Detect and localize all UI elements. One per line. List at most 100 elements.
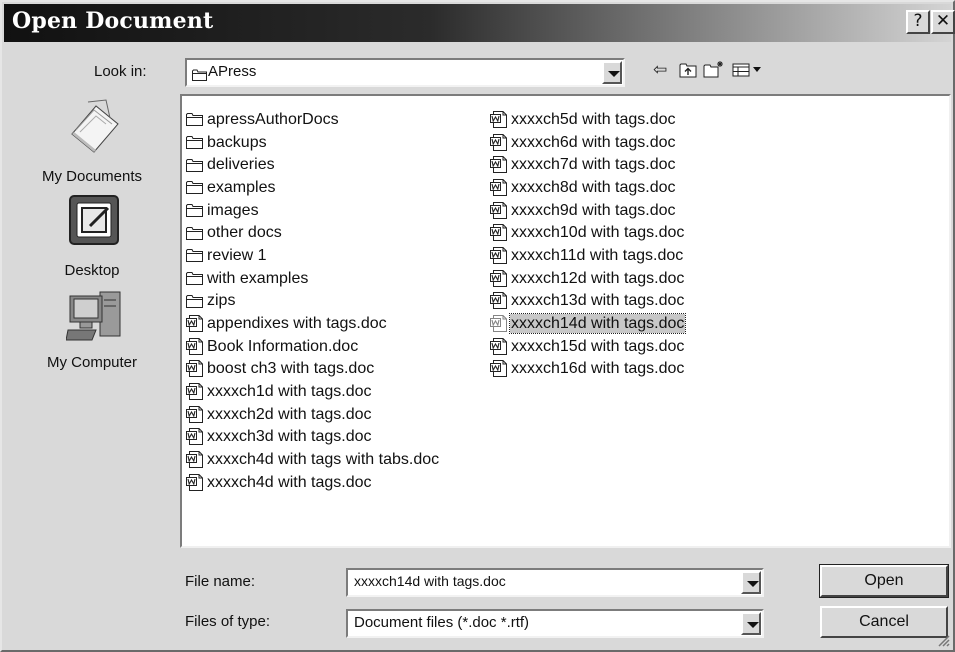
folder-icon (184, 226, 206, 240)
cancel-button[interactable]: Cancel (820, 606, 948, 638)
file-name: xxxxch1d with tags.doc (207, 383, 372, 401)
close-button[interactable]: ✕ (931, 10, 955, 34)
folder-icon (184, 112, 206, 127)
list-item[interactable]: xxxxch14d with tags.doc (488, 312, 687, 335)
list-item[interactable]: xxxxch3d with tags.doc (184, 426, 440, 449)
folder-icon (184, 271, 206, 286)
file-name: xxxxch11d with tags.doc (511, 246, 684, 264)
file-name: boost ch3 with tags.doc (207, 360, 375, 378)
list-item[interactable]: xxxxch2d with tags.doc (184, 403, 440, 426)
file-name: images (207, 201, 259, 219)
folder-icon (184, 158, 206, 172)
help-button[interactable]: ? (906, 10, 930, 34)
list-item[interactable]: appendixes with tags.doc (184, 312, 440, 335)
word-document-icon (184, 473, 206, 491)
file-name: with examples (207, 269, 309, 287)
file-name: xxxxch7d with tags.doc (511, 156, 676, 174)
view-menu-icon[interactable] (732, 62, 764, 78)
file-name: Book Information.doc (207, 337, 359, 355)
list-item[interactable]: xxxxch10d with tags.doc (488, 221, 685, 244)
list-item[interactable]: xxxxch5d with tags.doc (488, 108, 685, 131)
place-label: My Computer (46, 354, 138, 371)
look-in-dropdown[interactable]: APress (185, 58, 625, 87)
chevron-down-icon[interactable] (741, 571, 761, 594)
file-name: other docs (207, 224, 282, 242)
word-document-icon (488, 269, 510, 287)
file-name-value[interactable]: xxxxch14d with tags.doc (354, 573, 506, 589)
list-item[interactable]: xxxxch7d with tags.doc (488, 153, 685, 176)
open-button[interactable]: Open (819, 564, 949, 598)
file-list[interactable]: apressAuthorDocs backups deliveries example… (180, 94, 951, 548)
file-name: xxxxch12d with tags.doc (511, 269, 685, 287)
up-folder-icon[interactable] (679, 62, 697, 78)
word-document-icon (488, 246, 510, 264)
file-name: xxxxch4d with tags with tabs.doc (207, 451, 440, 469)
file-name-field[interactable]: xxxxch14d with tags.doc (346, 568, 764, 597)
my-computer-icon (66, 291, 121, 341)
back-icon[interactable]: ⇦ (653, 60, 667, 80)
list-item[interactable]: xxxxch12d with tags.doc (488, 267, 685, 290)
chevron-down-icon[interactable] (741, 612, 761, 635)
list-item[interactable]: other docs (184, 221, 440, 244)
place-label: Desktop (64, 262, 120, 279)
file-name: appendixes with tags.doc (207, 315, 387, 333)
file-name: xxxxch5d with tags.doc (511, 110, 676, 128)
chevron-down-icon[interactable] (602, 61, 622, 84)
list-item[interactable]: backups (184, 131, 440, 154)
dialog-title: Open Document (12, 8, 214, 34)
word-document-icon (184, 405, 206, 423)
look-in-label: Look in: (94, 63, 147, 80)
list-item[interactable]: xxxxch4d with tags.doc (184, 471, 440, 494)
folder-icon (184, 203, 206, 218)
word-document-icon (184, 428, 206, 446)
list-item[interactable]: xxxxch13d with tags.doc (488, 290, 685, 313)
list-item[interactable]: review 1 (184, 244, 440, 267)
list-item[interactable]: examples (184, 176, 440, 199)
list-item[interactable]: xxxxch1d with tags.doc (184, 380, 440, 403)
desktop-icon (69, 195, 119, 245)
open-document-dialog: Open Document ? ✕ Look in: APress ⇦ My D… (0, 0, 955, 652)
list-item[interactable]: zips (184, 290, 440, 313)
word-document-icon (488, 337, 510, 355)
folder-icon (184, 248, 206, 263)
word-document-icon (184, 337, 206, 355)
look-in-value: APress (208, 63, 257, 80)
files-of-type-value: Document files (*.doc *.rtf) (354, 614, 530, 631)
file-column-1: apressAuthorDocs backups deliveries example… (184, 108, 440, 494)
list-item[interactable]: xxxxch9d with tags.doc (488, 199, 685, 222)
file-name: xxxxch13d with tags.doc (511, 292, 685, 310)
file-name: zips (207, 292, 236, 310)
file-name-label: File name: (185, 573, 256, 590)
folder-icon (184, 294, 206, 308)
list-item[interactable]: apressAuthorDocs (184, 108, 440, 131)
word-document-icon (184, 315, 206, 333)
file-name: xxxxch10d with tags.doc (511, 224, 685, 242)
word-document-icon (488, 224, 510, 242)
list-item[interactable]: boost ch3 with tags.doc (184, 358, 440, 381)
list-item[interactable]: images (184, 199, 440, 222)
list-item[interactable]: xxxxch8d with tags.doc (488, 176, 685, 199)
file-name: backups (207, 133, 267, 151)
word-document-icon (184, 383, 206, 401)
word-document-icon (488, 201, 510, 219)
list-item[interactable]: with examples (184, 267, 440, 290)
list-item[interactable]: xxxxch16d with tags.doc (488, 358, 685, 381)
folder-icon (184, 135, 206, 150)
resize-grip-icon[interactable] (936, 633, 950, 647)
file-name: xxxxch3d with tags.doc (207, 428, 372, 446)
list-item[interactable]: xxxxch11d with tags.doc (488, 244, 685, 267)
file-name: xxxxch14d with tags.doc (508, 313, 687, 335)
list-item[interactable]: xxxxch15d with tags.doc (488, 335, 685, 358)
list-item[interactable]: deliveries (184, 153, 440, 176)
folder-icon (192, 69, 207, 81)
word-document-icon (488, 110, 510, 128)
place-label: My Documents (41, 168, 143, 185)
list-item[interactable]: xxxxch6d with tags.doc (488, 131, 685, 154)
folder-icon (184, 180, 206, 195)
files-of-type-dropdown[interactable]: Document files (*.doc *.rtf) (346, 609, 764, 638)
new-folder-icon[interactable] (703, 60, 725, 78)
title-bar[interactable]: Open Document ? ✕ (4, 4, 955, 42)
file-name: xxxxch9d with tags.doc (511, 201, 676, 219)
list-item[interactable]: Book Information.doc (184, 335, 440, 358)
list-item[interactable]: xxxxch4d with tags with tabs.doc (184, 448, 440, 471)
